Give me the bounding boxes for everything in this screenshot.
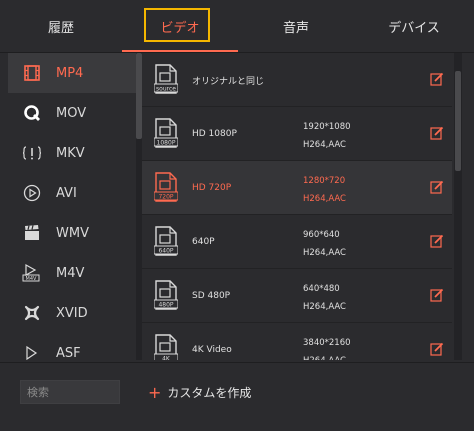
format-item-m4v[interactable]: M4V M4V xyxy=(8,253,136,293)
svg-text:M4V: M4V xyxy=(26,276,37,282)
search-input[interactable] xyxy=(20,380,120,404)
format-label: MP4 xyxy=(56,65,84,81)
tab-device[interactable]: デバイス xyxy=(354,0,474,52)
format-label: XVID xyxy=(56,305,88,321)
preset-spec: 960*640 H264,AAC xyxy=(303,226,346,262)
preset-row-1080p[interactable]: 1080P HD 1080P 1920*1080 H264,AAC xyxy=(142,107,452,161)
file-badge: 640P xyxy=(158,248,173,255)
file-480p-icon: 480P xyxy=(154,280,178,310)
preset-row-4k[interactable]: 4K 4K Video 3840*2160 H264,AAC xyxy=(142,323,452,360)
tab-history[interactable]: 履歴 xyxy=(0,0,122,52)
film-icon xyxy=(22,63,42,83)
preset-name: オリジナルと同じ xyxy=(192,76,265,87)
preset-row-480p[interactable]: 480P SD 480P 640*480 H264,AAC xyxy=(142,269,452,323)
edit-icon[interactable] xyxy=(430,72,444,86)
preset-codec: H264,AAC xyxy=(303,140,346,150)
preset-spec: 640*480 H264,AAC xyxy=(303,280,346,316)
edit-icon[interactable] xyxy=(430,288,444,302)
file-badge: source xyxy=(156,86,176,93)
bottom-bar: + カスタムを作成 xyxy=(0,362,474,431)
active-tab-indicator xyxy=(122,50,238,52)
preset-codec: H264,AAC xyxy=(303,302,346,312)
preset-codec: H264,AAC xyxy=(303,194,346,204)
format-dialog: 履歴 ビデオ 音声 デバイス MP4 MOV MKV AVI WMV M4V M… xyxy=(0,0,474,431)
quicktime-icon xyxy=(22,103,42,123)
format-item-mkv[interactable]: MKV xyxy=(8,133,136,173)
format-item-asf[interactable]: ASF xyxy=(8,333,136,360)
tab-video[interactable]: ビデオ xyxy=(122,0,238,52)
format-item-wmv[interactable]: WMV xyxy=(8,213,136,253)
file-720p-icon: 720P xyxy=(154,172,178,202)
file-badge: 720P xyxy=(158,194,173,201)
tab-label: デバイス xyxy=(388,20,440,36)
format-label: MOV xyxy=(56,105,87,121)
format-label: WMV xyxy=(56,225,89,241)
tab-label: 音声 xyxy=(282,20,309,36)
tab-bar: 履歴 ビデオ 音声 デバイス xyxy=(0,0,474,53)
focus-highlight xyxy=(144,8,210,42)
preset-resolution: 1280*720 xyxy=(303,176,346,186)
file-badge: 1080P xyxy=(157,140,176,147)
preset-resolution: 3840*2160 xyxy=(303,338,351,348)
edit-icon[interactable] xyxy=(430,342,444,356)
preset-name: HD 1080P xyxy=(192,129,237,139)
asf-icon xyxy=(22,343,42,360)
preset-resolution: 640*480 xyxy=(303,284,340,294)
file-640p-icon: 640P xyxy=(154,226,178,256)
format-item-mp4[interactable]: MP4 xyxy=(8,53,136,93)
file-badge: 480P xyxy=(158,302,173,309)
clapper-icon xyxy=(22,223,42,243)
tab-audio[interactable]: 音声 xyxy=(238,0,354,52)
file-4k-icon: 4K xyxy=(154,334,178,360)
edit-icon[interactable] xyxy=(430,180,444,194)
edit-icon[interactable] xyxy=(430,126,444,140)
preset-name: SD 480P xyxy=(192,291,231,301)
edit-icon[interactable] xyxy=(430,234,444,248)
file-badge: 4K xyxy=(162,356,171,361)
preset-list: source オリジナルと同じ 1080P HD 1080P 1920*1080… xyxy=(142,53,452,360)
xvid-icon xyxy=(22,303,42,323)
file-source-icon: source xyxy=(154,64,178,94)
preset-name: HD 720P xyxy=(192,183,232,193)
preset-codec: H264,AAC xyxy=(303,248,346,258)
create-custom-button[interactable]: + カスタムを作成 xyxy=(148,379,251,405)
preset-row-720p[interactable]: 720P HD 720P 1280*720 H264,AAC xyxy=(142,161,452,215)
preset-name: 640P xyxy=(192,237,215,247)
preset-list-scrollbar[interactable] xyxy=(454,53,462,360)
preset-spec: 1280*720 H264,AAC xyxy=(303,172,346,208)
preset-spec: 1920*1080 H264,AAC xyxy=(303,118,351,154)
scrollbar-thumb[interactable] xyxy=(455,71,461,171)
play-circle-icon xyxy=(22,183,42,203)
preset-resolution: 1920*1080 xyxy=(303,122,351,132)
create-custom-label: カスタムを作成 xyxy=(167,385,252,400)
format-label: MKV xyxy=(56,145,85,161)
format-label: AVI xyxy=(56,185,77,201)
file-1080p-icon: 1080P xyxy=(154,118,178,148)
preset-row-640p[interactable]: 640P 640P 960*640 H264,AAC xyxy=(142,215,452,269)
m4v-icon: M4V xyxy=(22,263,42,283)
preset-spec: 3840*2160 H264,AAC xyxy=(303,334,351,360)
preset-codec: H264,AAC xyxy=(303,352,351,360)
format-item-xvid[interactable]: XVID xyxy=(8,293,136,333)
format-list: MP4 MOV MKV AVI WMV M4V M4V XVID ASF xyxy=(8,53,142,360)
format-item-mov[interactable]: MOV xyxy=(8,93,136,133)
format-label: ASF xyxy=(56,345,81,361)
preset-resolution: 960*640 xyxy=(303,230,340,240)
plus-icon: + xyxy=(148,382,162,402)
tab-label: 履歴 xyxy=(47,20,74,36)
mkv-icon xyxy=(22,143,42,163)
format-item-avi[interactable]: AVI xyxy=(8,173,136,213)
preset-row-source[interactable]: source オリジナルと同じ xyxy=(142,53,452,107)
format-label: M4V xyxy=(56,265,85,281)
preset-name: 4K Video xyxy=(192,345,232,355)
